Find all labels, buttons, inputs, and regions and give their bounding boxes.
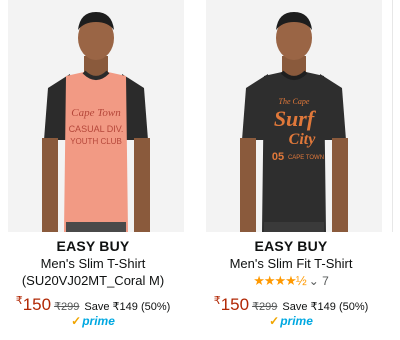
product-title[interactable]: Men's Slim T-Shirt [0, 256, 186, 271]
card-divider [392, 0, 393, 232]
product-title-line-2[interactable]: (SU20VJ02MT_Coral M) [0, 273, 186, 288]
prime-check-icon: ✓ [71, 314, 82, 328]
prime-badge: ✓prime [198, 314, 384, 328]
shirt-print-line-3: City [289, 131, 317, 148]
price: 150 [220, 295, 250, 314]
star-rating-icon[interactable]: ★★★★½ [253, 273, 306, 288]
model-photo: Cape Town CASUAL DIV. YOUTH CLUB [8, 0, 184, 232]
price: 150 [22, 295, 52, 314]
currency-symbol: ₹ [15, 295, 23, 307]
prime-badge: ✓prime [0, 314, 186, 328]
price-row: ₹150 ₹299 Save ₹149 (50%) [0, 294, 186, 315]
shirt-print-line-3: YOUTH CLUB [70, 137, 122, 146]
savings-text: Save ₹149 (50%) [282, 301, 369, 313]
rating-row[interactable]: ★★★★½ ⌄ 7 [198, 273, 384, 289]
prime-label: prime [280, 314, 313, 328]
shirt-print-line-1: The Cape [279, 97, 310, 106]
price-row: ₹150 ₹299 Save ₹149 (50%) [198, 294, 384, 315]
shirt-print-line-5: CAPE TOWN [288, 155, 324, 161]
rating-count[interactable]: 7 [322, 274, 329, 288]
list-price: ₹299 [54, 301, 80, 313]
product-image[interactable]: Cape Town CASUAL DIV. YOUTH CLUB [8, 0, 184, 232]
product-brand[interactable]: EASY BUY [198, 238, 384, 254]
list-price: ₹299 [252, 301, 278, 313]
savings-text: Save ₹149 (50%) [84, 301, 171, 313]
product-brand[interactable]: EASY BUY [0, 238, 186, 254]
prime-check-icon: ✓ [269, 314, 280, 328]
product-title[interactable]: Men's Slim Fit T-Shirt [198, 256, 384, 271]
shirt-print-line-4: 05 [272, 151, 284, 163]
model-photo: The Cape Surf City 05 CAPE TOWN [206, 0, 382, 232]
product-image[interactable]: The Cape Surf City 05 CAPE TOWN [206, 0, 382, 232]
currency-symbol: ₹ [213, 295, 221, 307]
prime-label: prime [82, 314, 115, 328]
shirt-print-line-2: Surf [274, 106, 317, 131]
chevron-down-icon[interactable]: ⌄ [309, 274, 319, 288]
shirt-print-line-1: Cape Town [71, 107, 121, 119]
shirt-print-line-2: CASUAL DIV. [69, 124, 124, 134]
product-card[interactable]: Cape Town CASUAL DIV. YOUTH CLUB EASY BU… [0, 0, 186, 340]
product-card[interactable]: The Cape Surf City 05 CAPE TOWN EASY BUY… [198, 0, 384, 340]
